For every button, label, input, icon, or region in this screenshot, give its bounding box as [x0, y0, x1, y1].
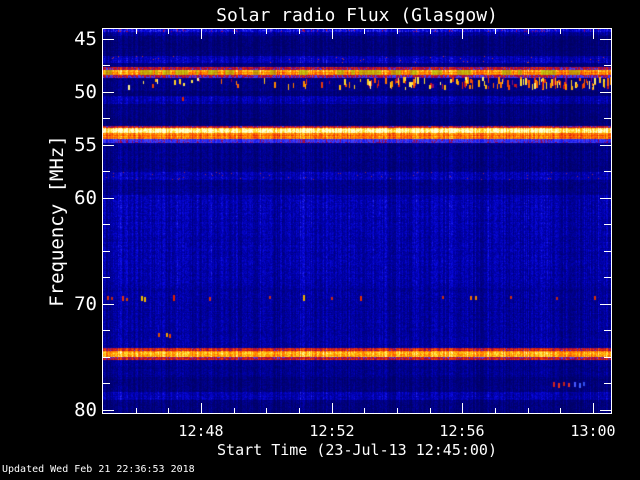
y-minor-tick	[604, 251, 611, 252]
x-tick	[593, 29, 594, 39]
x-minor-tick	[495, 408, 496, 413]
x-minor-tick	[299, 29, 300, 34]
x-tick-label: 12:52	[309, 422, 355, 440]
y-minor-tick	[103, 383, 110, 384]
y-tick	[103, 39, 114, 40]
plot-area	[102, 28, 612, 414]
x-minor-tick	[168, 29, 169, 34]
y-minor-tick	[604, 277, 611, 278]
x-minor-tick	[299, 408, 300, 413]
x-tick-label: 13:00	[570, 422, 616, 440]
y-minor-tick	[604, 118, 611, 119]
y-minor-tick	[103, 330, 110, 331]
y-tick-label: 45	[74, 28, 97, 50]
x-minor-tick	[528, 29, 529, 34]
y-tick	[600, 410, 611, 411]
x-minor-tick	[495, 29, 496, 34]
y-minor-tick	[604, 383, 611, 384]
x-minor-tick	[136, 408, 137, 413]
x-tick	[462, 29, 463, 39]
y-minor-tick	[604, 330, 611, 331]
x-minor-tick	[430, 29, 431, 34]
x-minor-tick	[136, 29, 137, 34]
x-minor-tick	[364, 408, 365, 413]
x-minor-tick	[234, 29, 235, 34]
x-tick	[201, 29, 202, 39]
y-minor-tick	[103, 118, 110, 119]
x-tick	[462, 403, 463, 413]
x-minor-tick	[266, 408, 267, 413]
x-minor-tick	[266, 29, 267, 34]
y-tick	[103, 410, 114, 411]
y-minor-tick	[103, 224, 110, 225]
y-minor-tick	[103, 277, 110, 278]
x-minor-tick	[560, 29, 561, 34]
x-tick	[201, 403, 202, 413]
y-minor-tick	[604, 357, 611, 358]
y-tick-label: 60	[74, 187, 97, 209]
y-minor-tick	[103, 171, 110, 172]
chart-title: Solar radio Flux (Glasgow)	[216, 5, 498, 26]
x-tick	[332, 29, 333, 39]
x-minor-tick	[430, 408, 431, 413]
x-minor-tick	[234, 408, 235, 413]
x-axis-title: Start Time (23-Jul-13 12:45:00)	[217, 441, 497, 459]
x-minor-tick	[168, 408, 169, 413]
x-tick	[593, 403, 594, 413]
x-minor-tick	[364, 29, 365, 34]
x-tick-label: 12:48	[178, 422, 224, 440]
y-tick-label: 50	[74, 81, 97, 103]
y-tick-label: 70	[74, 293, 97, 315]
x-minor-tick	[560, 408, 561, 413]
x-minor-tick	[397, 29, 398, 34]
y-tick	[600, 145, 611, 146]
x-tick	[332, 403, 333, 413]
y-tick-label: 55	[74, 134, 97, 156]
y-tick	[103, 304, 114, 305]
y-tick-label: 80	[74, 399, 97, 421]
y-minor-tick	[604, 65, 611, 66]
y-tick	[600, 92, 611, 93]
y-tick	[600, 304, 611, 305]
updated-timestamp: Updated Wed Feb 21 22:36:53 2018	[2, 464, 195, 475]
x-minor-tick	[528, 408, 529, 413]
y-minor-tick	[103, 65, 110, 66]
x-tick-label: 12:56	[439, 422, 485, 440]
y-tick	[600, 39, 611, 40]
y-minor-tick	[604, 171, 611, 172]
y-minor-tick	[103, 357, 110, 358]
y-minor-tick	[604, 224, 611, 225]
x-minor-tick	[397, 408, 398, 413]
y-tick	[103, 198, 114, 199]
y-tick	[103, 92, 114, 93]
spectrogram-canvas	[103, 29, 611, 413]
y-minor-tick	[103, 251, 110, 252]
y-tick	[600, 198, 611, 199]
y-tick	[103, 145, 114, 146]
